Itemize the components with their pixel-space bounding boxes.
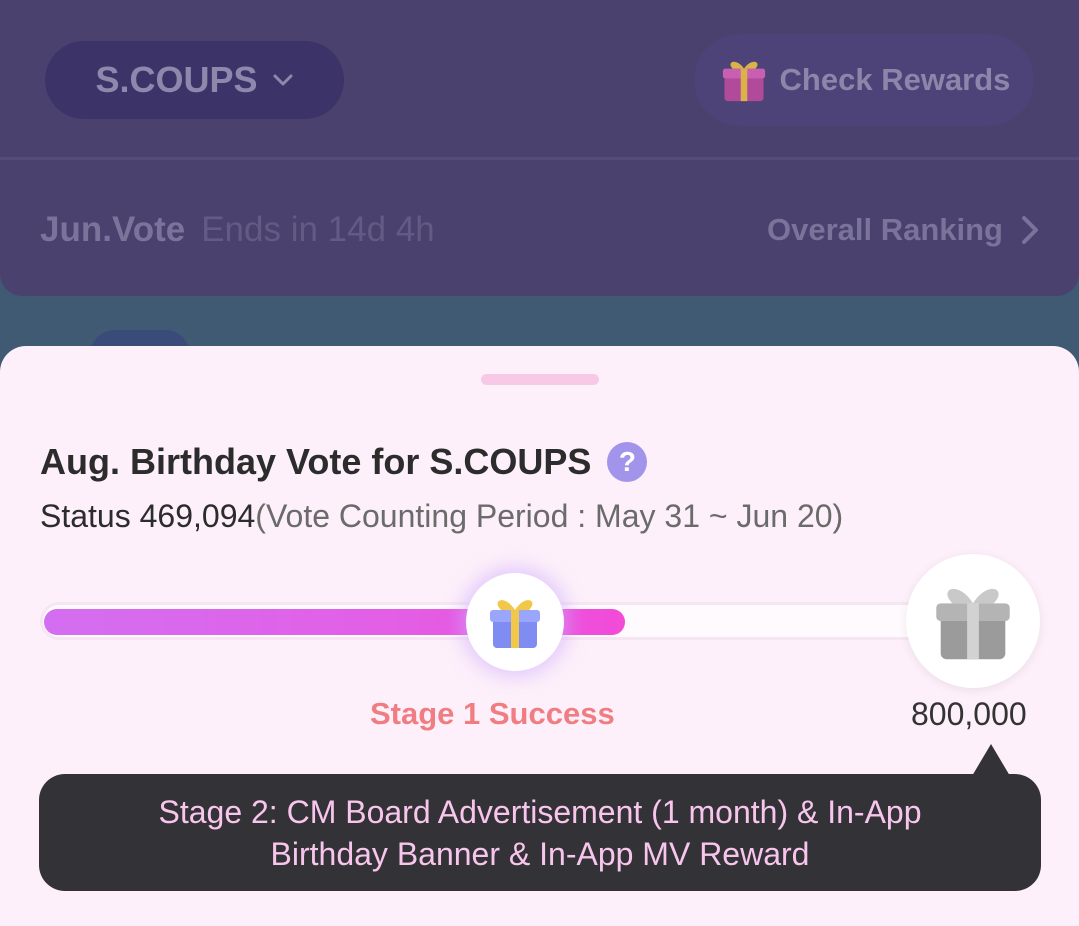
overall-ranking-label: Overall Ranking [766,212,1003,247]
status-value: 469,094 [139,498,256,534]
gift-icon [490,600,540,654]
vote-countdown: Ends in 14d 4h [201,210,435,249]
goal-value-label: 800,000 [911,696,1027,732]
sheet-title: Aug. Birthday Vote for S.COUPS [40,441,592,482]
stage2-reward-tooltip: Stage 2: CM Board Advertisement (1 month… [39,774,1041,891]
sheet-title-row: Aug. Birthday Vote for S.COUPS ? [40,438,648,486]
vote-row: Jun.Vote Ends in 14d 4h Overall Ranking [40,205,1039,255]
overall-ranking-link[interactable]: Overall Ranking [767,212,1039,248]
vote-period: (Vote Counting Period : May 31 ~ Jun 20) [255,498,844,534]
background-header: S.COUPS Check Rewards Jun.Vote Ends in 1… [0,0,1079,296]
header-divider [0,157,1079,160]
gift-icon [722,61,765,102]
status-line: Status 469,094(Vote Counting Period : Ma… [40,498,843,535]
stage1-success-label: Stage 1 Success [370,696,615,731]
vote-title: Jun.Vote [40,210,186,249]
check-rewards-label: Check Rewards [779,62,1011,97]
artist-selector[interactable]: S.COUPS [45,41,344,119]
help-icon[interactable]: ? [607,442,648,482]
chevron-right-icon [1022,216,1038,244]
stage1-reward-marker[interactable] [466,573,564,671]
sheet-drag-handle[interactable] [481,374,599,385]
status-label: Status [40,498,131,534]
artist-selector-label: S.COUPS [95,59,258,100]
check-rewards-button[interactable]: Check Rewards [694,34,1034,126]
tooltip-arrow [972,744,1010,776]
gift-locked-icon [936,588,1010,660]
chevron-down-icon [273,74,293,86]
stage2-reward-text: Stage 2: CM Board Advertisement (1 month… [158,793,922,872]
birthday-vote-sheet: Aug. Birthday Vote for S.COUPS ? Status … [0,346,1079,926]
stage2-reward-marker[interactable] [906,554,1040,688]
